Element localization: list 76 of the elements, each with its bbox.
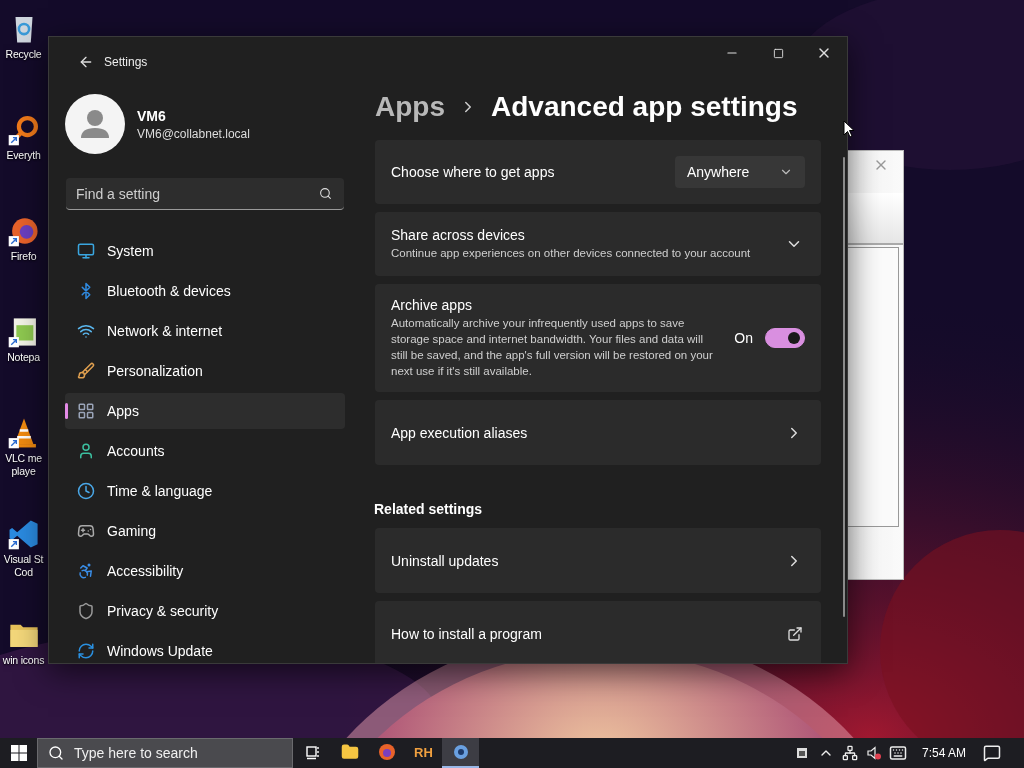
message-icon [983,744,1001,762]
setting-card[interactable]: Uninstall updates [375,528,821,593]
gamepad-icon [77,522,95,540]
setting-card[interactable]: How to install a program [375,601,821,663]
taskbar-search-field[interactable]: Type here to search [37,738,293,768]
taskbar-app-button[interactable] [442,738,479,768]
toggle-switch[interactable] [765,328,805,348]
desktop-icon-label: win icons [2,654,45,667]
setting-description: Continue app experiences on other devices connected to your account [391,246,752,261]
accessibility-icon [77,562,95,580]
shield-icon [77,602,95,620]
network-icon [841,745,858,761]
refresh-icon [77,642,95,660]
setting-title: Share across devices [391,227,526,243]
setting-card[interactable]: Share across devices Continue app experiences on other devices connected to your account [375,212,821,276]
nav-item[interactable]: Personalization [65,353,345,389]
monitor-icon [77,242,95,260]
setting-title: Archive apps [391,297,473,313]
nav-item[interactable]: Time & language [65,473,345,509]
setting-card[interactable] [375,284,821,392]
setting-title: How to install a program [391,625,543,642]
setting-description: Automatically archive your infrequently used apps to save storage space and internet bandwidth. Your files and data will still be saved, and the app's full version will be restored on your next use if it's still available. [391,316,714,379]
brush-icon [77,362,95,380]
breadcrumb-link[interactable]: Apps [375,91,445,123]
nav-item[interactable]: Bluetooth & devices [65,273,345,309]
gear-icon [451,743,470,761]
person-icon [77,442,95,460]
desktop-icon-label: Visual St [3,553,44,566]
desktop-icon-label: playe [11,465,36,478]
desktop-icon-label: Everyth [6,149,41,162]
nav-item[interactable]: Privacy & security [65,593,345,629]
keyboard-icon [888,744,907,762]
maximize-icon [772,47,784,59]
clock[interactable]: 7:54 AM [921,746,966,760]
page-title: Advanced app settings [491,91,798,123]
search-icon [319,187,332,200]
nav-item[interactable]: Gaming [65,513,345,549]
windows-logo-icon [10,745,27,761]
setting-title: Choose where to get apps [391,164,556,180]
nav-item[interactable]: Accessibility [65,553,345,589]
setting-card[interactable]: App execution aliases [375,400,821,465]
user-email: VM6@collabnet.local [137,126,250,141]
setting-title: App execution aliases [391,424,529,441]
window-title: Settings [104,55,148,69]
clock-icon [77,482,95,500]
search-field[interactable]: Find a setting [66,178,344,210]
search-icon [48,745,64,761]
taskbar-app-button[interactable]: RH [405,738,442,768]
desktop-icon-label: VLC me [5,452,42,465]
setting-title: Uninstall updates [391,552,500,569]
desktop-icon-label: Cod [14,566,33,579]
desktop-icon-label: Firefo [10,250,37,263]
setting-card[interactable]: Choose where to get apps Anywhere [375,140,821,204]
window-icon [795,747,808,759]
scrollbar[interactable] [843,157,845,617]
toggle-state-label: On [734,330,753,346]
nav-item[interactable]: Apps [65,393,345,429]
folder-icon [340,743,359,761]
mouse-cursor-icon [843,120,855,138]
nav-item[interactable]: System [65,233,345,269]
wifi-icon [77,322,95,340]
section-heading: Related settings [374,500,484,519]
avatar[interactable] [65,94,125,154]
firefox-icon [377,743,396,761]
task-view-icon [304,744,321,760]
nav-item[interactable]: Accounts [65,433,345,469]
magnifier-icon[interactable] [6,113,41,147]
external-link-icon[interactable] [787,625,803,642]
source-dropdown[interactable]: Anywhere [675,156,805,188]
grid-icon [77,402,95,420]
desktop-icon-label: Notepa [7,351,40,364]
speaker-icon [866,746,881,760]
nav-item[interactable]: Network & internet [65,313,345,349]
desktop-icon-label: Recycle [5,48,42,61]
nav-item[interactable]: Windows Update [65,633,345,663]
user-name: VM6 [137,107,167,124]
